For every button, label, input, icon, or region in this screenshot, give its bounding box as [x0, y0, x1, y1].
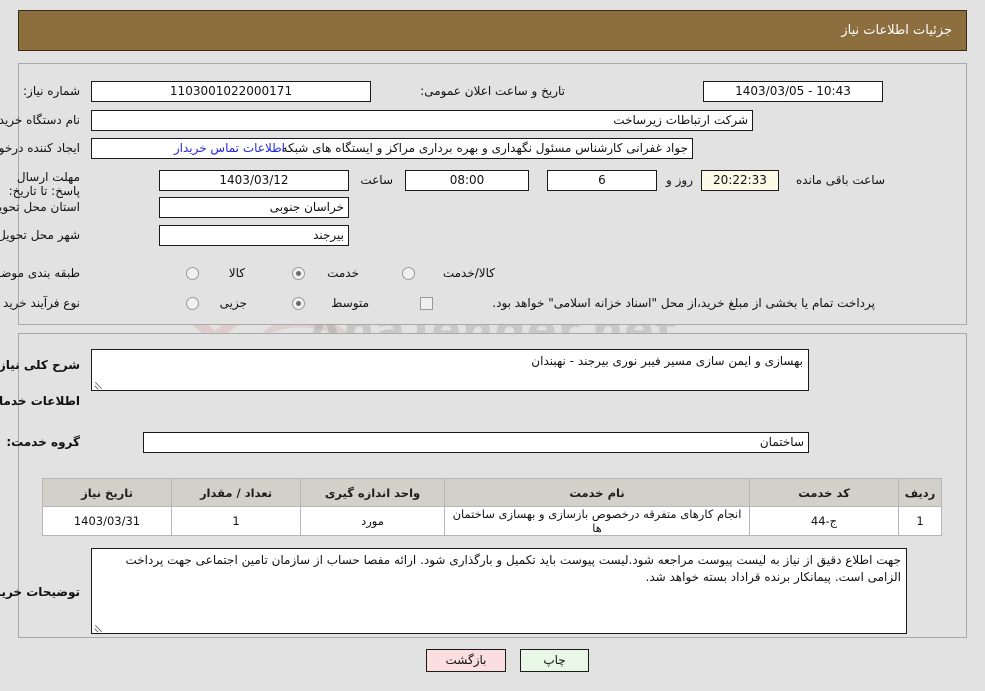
- buyer-contact-link[interactable]: اطلاعات تماس خریدار: [174, 141, 285, 155]
- need-number-label: شماره نیاز:: [23, 84, 80, 98]
- treasury-bonds-label: پرداخت تمام یا بخشی از مبلغ خرید،از محل …: [492, 296, 875, 310]
- deadline-date-field[interactable]: 1403/03/12: [159, 170, 349, 191]
- purchase-type-radio-motevasset[interactable]: [292, 297, 305, 310]
- cell-unit: مورد: [300, 506, 445, 536]
- service-group-label: گروه خدمت:: [6, 435, 80, 449]
- remaining-hours-label: ساعت باقی مانده: [795, 173, 885, 187]
- cell-code: ج-44: [749, 506, 899, 536]
- city-label: شهر محل تحویل:: [0, 228, 80, 242]
- deadline-label: مهلت ارسال پاسخ: تا تاریخ:: [8, 170, 80, 198]
- buyer-notes-label: توضیحات خریدار:: [0, 585, 80, 599]
- description-resize-grip-icon[interactable]: [94, 379, 104, 389]
- cell-name: انجام کارهای متفرقه درخصوص بازسازی و بهس…: [444, 506, 750, 536]
- cell-row: 1: [898, 506, 942, 536]
- remaining-clock-field: 20:22:33: [701, 170, 779, 191]
- deadline-time-label: ساعت: [360, 173, 393, 187]
- services-section-heading: اطلاعات خدمات مورد نیاز: [0, 394, 80, 408]
- remaining-days-field: 6: [547, 170, 657, 191]
- table-row: 1 ج-44 انجام کارهای متفرقه درخصوص بازساز…: [42, 506, 942, 536]
- table-col-code: کد خدمت: [749, 478, 899, 507]
- category-label-khedmat: خدمت: [327, 266, 359, 280]
- service-group-field[interactable]: ساختمان: [143, 432, 809, 453]
- buyer-notes-resize-grip-icon[interactable]: [94, 622, 104, 632]
- purchase-type-label-motevasset: متوسط: [331, 296, 369, 310]
- table-col-name: نام خدمت: [444, 478, 750, 507]
- table-col-row: ردیف: [898, 478, 942, 507]
- cell-qty: 1: [171, 506, 301, 536]
- description-label: شرح کلی نیاز:: [0, 358, 80, 372]
- buyer-notes-text: جهت اطلاع دقیق از نیاز به لیست پیوست مرا…: [125, 553, 901, 584]
- services-table: ردیف کد خدمت نام خدمت واحد اندازه گیری ت…: [42, 478, 942, 536]
- category-radio-kala-khedmat[interactable]: [402, 267, 415, 280]
- print-button[interactable]: چاپ: [520, 649, 589, 672]
- need-info-panel: [18, 63, 967, 325]
- category-label-kala: کالا: [228, 266, 245, 280]
- table-col-qty: تعداد / مقدار: [171, 478, 301, 507]
- province-label: استان محل تحویل:: [0, 200, 80, 214]
- cell-date: 1403/03/31: [42, 506, 172, 536]
- category-label-kala-khedmat: کالا/خدمت: [442, 266, 495, 280]
- table-col-date: تاریخ نیاز: [42, 478, 172, 507]
- page-header-bar: جزئیات اطلاعات نیاز: [18, 10, 967, 51]
- purchase-type-radio-jozii[interactable]: [186, 297, 199, 310]
- description-textarea[interactable]: بهسازی و ایمن سازی مسیر فیبر نوری بیرجند…: [91, 349, 809, 391]
- buyer-org-label: نام دستگاه خریدار:: [0, 113, 80, 127]
- description-text: بهسازی و ایمن سازی مسیر فیبر نوری بیرجند…: [531, 354, 803, 368]
- requester-label: ایجاد کننده درخواست:: [0, 141, 80, 155]
- table-col-unit: واحد اندازه گیری: [300, 478, 445, 507]
- province-field[interactable]: خراسان جنوبی: [159, 197, 349, 218]
- category-radio-khedmat[interactable]: [292, 267, 305, 280]
- city-field[interactable]: بیرجند: [159, 225, 349, 246]
- treasury-bonds-checkbox[interactable]: [420, 297, 433, 310]
- remaining-days-label: روز و: [666, 173, 693, 187]
- category-radio-kala[interactable]: [186, 267, 199, 280]
- page-title: جزئیات اطلاعات نیاز: [841, 23, 952, 38]
- purchase-type-label-jozii: جزیی: [219, 296, 247, 310]
- deadline-time-field[interactable]: 08:00: [405, 170, 529, 191]
- announcement-datetime-field[interactable]: 1403/03/05 - 10:43: [703, 81, 883, 102]
- table-header-row: ردیف کد خدمت نام خدمت واحد اندازه گیری ت…: [42, 478, 942, 507]
- announcement-datetime-label: تاریخ و ساعت اعلان عمومی:: [420, 84, 565, 98]
- purchase-type-label: نوع فرآیند خرید :: [0, 296, 80, 310]
- back-button[interactable]: بازگشت: [426, 649, 506, 672]
- buyer-notes-textarea[interactable]: جهت اطلاع دقیق از نیاز به لیست پیوست مرا…: [91, 548, 907, 634]
- buyer-org-field[interactable]: شرکت ارتباطات زیرساخت: [91, 110, 753, 131]
- category-label: طبقه بندی موضوعی:: [0, 266, 80, 280]
- need-number-field[interactable]: 1103001022000171: [91, 81, 371, 102]
